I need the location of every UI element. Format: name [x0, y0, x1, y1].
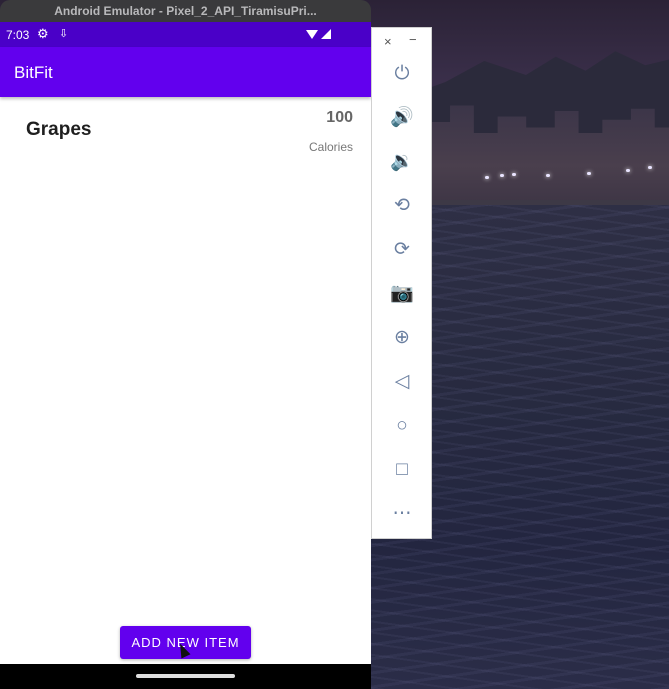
list-item[interactable]: Grapes 100 Calories — [0, 97, 371, 167]
food-calories: 100 — [326, 109, 353, 126]
city-light — [485, 176, 489, 179]
city-light — [546, 174, 550, 177]
app-title: BitFit — [14, 63, 53, 82]
close-icon[interactable]: × — [384, 34, 392, 49]
home-gesture-handle[interactable] — [136, 674, 235, 678]
power-icon[interactable]: ⏻ — [389, 61, 415, 87]
camera-icon[interactable]: 📷 — [389, 281, 415, 307]
zoom-icon[interactable]: ⊕ — [389, 325, 415, 351]
gear-icon: ⚙ — [37, 26, 49, 41]
city-light — [512, 173, 516, 176]
city-light — [587, 172, 591, 175]
wifi-icon — [306, 30, 318, 39]
back-icon[interactable]: ◁ — [389, 369, 415, 395]
emulator-toolbar: × − ⏻ 🔊 🔉 ⟲ ⟳ 📷 ⊕ ◁ ○ □ ⋯ — [371, 27, 432, 539]
more-icon[interactable]: ⋯ — [389, 501, 415, 527]
app-bar: BitFit — [0, 47, 371, 97]
city-light — [648, 166, 652, 169]
city-light — [500, 174, 504, 177]
food-list: Grapes 100 Calories — [0, 97, 371, 167]
navigation-bar — [0, 664, 371, 689]
rotate-left-icon[interactable]: ⟲ — [389, 193, 415, 219]
overview-icon[interactable]: □ — [389, 457, 415, 483]
volume-down-icon[interactable]: 🔉 — [389, 149, 415, 175]
download-icon: ⇩ — [59, 28, 69, 40]
minimize-icon[interactable]: − — [409, 32, 417, 47]
phone-screen: 7:03 ⚙ ⇩ BitFit Grapes 100 Calories ADD … — [0, 22, 371, 689]
status-bar: 7:03 ⚙ ⇩ — [0, 22, 371, 47]
volume-up-icon[interactable]: 🔊 — [389, 105, 415, 131]
calories-label: Calories — [308, 140, 353, 154]
home-icon[interactable]: ○ — [389, 413, 415, 439]
food-name: Grapes — [26, 119, 92, 140]
emulator-window-title: Android Emulator - Pixel_2_API_TiramisuP… — [0, 0, 371, 22]
status-time: 7:03 — [6, 28, 30, 42]
rotate-right-icon[interactable]: ⟳ — [389, 237, 415, 263]
city-light — [626, 169, 630, 172]
signal-icon — [321, 29, 331, 39]
